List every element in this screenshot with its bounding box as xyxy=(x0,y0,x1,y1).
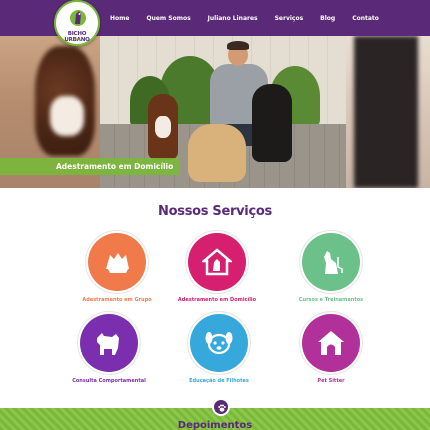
nav-home[interactable]: Home xyxy=(110,15,129,22)
trainer-hair xyxy=(227,41,249,50)
hero-caption: Adestramento em Domicílio xyxy=(56,162,174,171)
service-label: Educação de Filhotes xyxy=(189,378,249,384)
nav-juliano-linares[interactable]: Juliano Linares xyxy=(208,15,258,22)
testimonials-title: Depoimentos xyxy=(177,420,253,430)
service-circle xyxy=(190,314,248,372)
service-circle xyxy=(188,233,246,291)
hero-caption-banner: Adestramento em Domicílio xyxy=(0,158,180,175)
golden-dog xyxy=(188,124,246,182)
nav-quem-somos[interactable]: Quem Somos xyxy=(146,15,190,22)
nav-servicos[interactable]: Serviços xyxy=(275,15,304,22)
puppy-face-icon xyxy=(205,332,233,355)
service-pet-sitter[interactable]: Pet Sitter xyxy=(276,314,386,384)
main-nav: Home Quem Somos Juliano Linares Serviços… xyxy=(110,0,396,36)
service-circle xyxy=(302,233,360,291)
service-circle xyxy=(88,233,146,291)
service-label: Pet Sitter xyxy=(317,378,345,384)
service-consulta-comportamental[interactable]: Consulta Comportamental xyxy=(54,314,164,384)
service-educacao-filhotes[interactable]: Educação de Filhotes xyxy=(164,314,274,384)
service-label: Consulta Comportamental xyxy=(72,378,146,384)
sitting-dog-icon xyxy=(324,251,343,274)
doghouse-icon xyxy=(318,331,344,355)
services-title: Nossos Serviços xyxy=(158,204,272,219)
paw-icon xyxy=(218,404,226,412)
service-circle xyxy=(80,314,138,372)
service-cursos-treinamentos[interactable]: Cursos e Treinamentos xyxy=(276,233,386,303)
dog-profile-icon xyxy=(97,333,119,355)
hero-slider[interactable]: Adestramento em Domicílio xyxy=(0,36,430,188)
nav-contato[interactable]: Contato xyxy=(352,15,379,22)
service-circle xyxy=(302,314,360,372)
paw-badge xyxy=(212,398,230,416)
blurred-figure-right xyxy=(354,36,418,188)
house-dog-icon xyxy=(202,248,232,276)
black-dog xyxy=(252,84,292,162)
service-adestramento-grupo[interactable]: Adestramento em Grupo xyxy=(62,233,172,303)
logo-subtext: dog xyxy=(73,37,81,41)
hero-side-photo-right xyxy=(346,36,430,188)
site-logo[interactable]: BICHO URBANO dog xyxy=(54,0,100,46)
logo-dog-icon xyxy=(70,10,86,26)
brown-dog-chest xyxy=(155,116,171,138)
service-label: Cursos e Treinamentos xyxy=(298,297,364,303)
service-label: Adestramento em Grupo xyxy=(82,297,152,303)
blurred-dog-chest xyxy=(50,96,84,136)
dogs-group-icon xyxy=(106,253,129,273)
service-label: Adestramento em Domicílio xyxy=(177,297,257,303)
nav-blog[interactable]: Blog xyxy=(320,15,335,22)
service-adestramento-domicilio[interactable]: Adestramento em Domicílio xyxy=(162,233,272,303)
